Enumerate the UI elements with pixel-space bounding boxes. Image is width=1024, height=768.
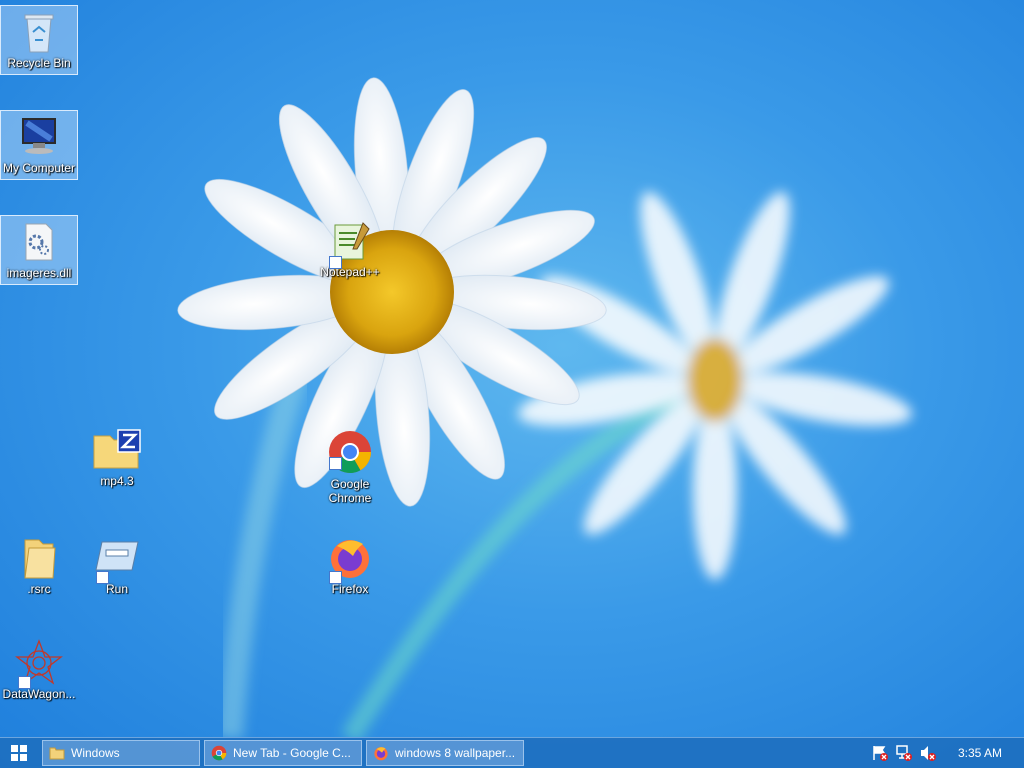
dll-file-icon	[25, 223, 53, 261]
folder-icon	[24, 539, 56, 579]
desktop-icon-rsrc[interactable]: .rsrc	[0, 530, 78, 600]
shortcut-arrow-icon	[329, 457, 342, 470]
system-tray: 3:35 AM	[870, 738, 1024, 768]
desktop-icon-firefox[interactable]: Firefox	[311, 530, 389, 600]
desktop-icon-imageres[interactable]: imageres.dll	[0, 215, 78, 285]
taskbar-button-chrome[interactable]: New Tab - Google C...	[204, 740, 362, 766]
volume-muted-icon[interactable]	[918, 743, 938, 763]
desktop-icon-notepad-plus-plus[interactable]: Notepad++	[311, 215, 389, 285]
icon-label: imageres.dll	[6, 266, 72, 280]
icon-label: Notepad++	[320, 265, 380, 279]
windows-logo-icon	[11, 745, 27, 761]
taskbar-button-label: windows 8 wallpaper...	[395, 746, 516, 760]
zip-folder-icon	[93, 429, 141, 469]
taskbar: Windows New Tab - Google C... windows 8 …	[0, 737, 1024, 768]
taskbar-button-firefox[interactable]: windows 8 wallpaper...	[366, 740, 524, 766]
start-button[interactable]	[0, 738, 38, 768]
network-icon[interactable]	[894, 743, 914, 763]
desktop-icon-my-computer[interactable]: My Computer	[0, 110, 78, 180]
shortcut-arrow-icon	[329, 571, 342, 584]
icon-label: .rsrc	[27, 582, 51, 596]
wallpaper	[177, 77, 913, 738]
firefox-icon	[374, 747, 388, 761]
icon-label: Run	[105, 582, 128, 596]
chrome-icon	[211, 745, 227, 761]
shortcut-arrow-icon	[96, 571, 109, 584]
recycle-bin-icon	[24, 14, 54, 53]
shortcut-arrow-icon	[329, 256, 342, 269]
computer-icon	[22, 118, 56, 154]
icon-label: Recycle Bin	[7, 56, 71, 70]
desktop-icon-datawagon[interactable]: DataWagon...	[0, 635, 78, 705]
shortcut-arrow-icon	[18, 676, 31, 689]
desktop-icon-recycle-bin[interactable]: Recycle Bin	[0, 5, 78, 75]
action-center-flag-icon[interactable]	[870, 743, 890, 763]
taskbar-button-label: New Tab - Google C...	[233, 746, 351, 760]
icon-label: DataWagon...	[2, 687, 76, 701]
taskbar-button-label: Windows	[71, 746, 120, 760]
desktop-icon-google-chrome[interactable]: Google Chrome	[311, 425, 389, 510]
folder-icon	[49, 747, 65, 760]
icon-label: Google Chrome	[328, 477, 372, 505]
desktop-icon-mp4[interactable]: mp4.3	[78, 422, 156, 492]
clock[interactable]: 3:35 AM	[958, 746, 1002, 760]
icon-label: mp4.3	[100, 474, 134, 488]
desktop-icon-run[interactable]: Run	[78, 530, 156, 600]
icon-label: Firefox	[331, 582, 369, 596]
taskbar-button-windows-explorer[interactable]: Windows	[42, 740, 200, 766]
icon-label: My Computer	[2, 161, 76, 175]
